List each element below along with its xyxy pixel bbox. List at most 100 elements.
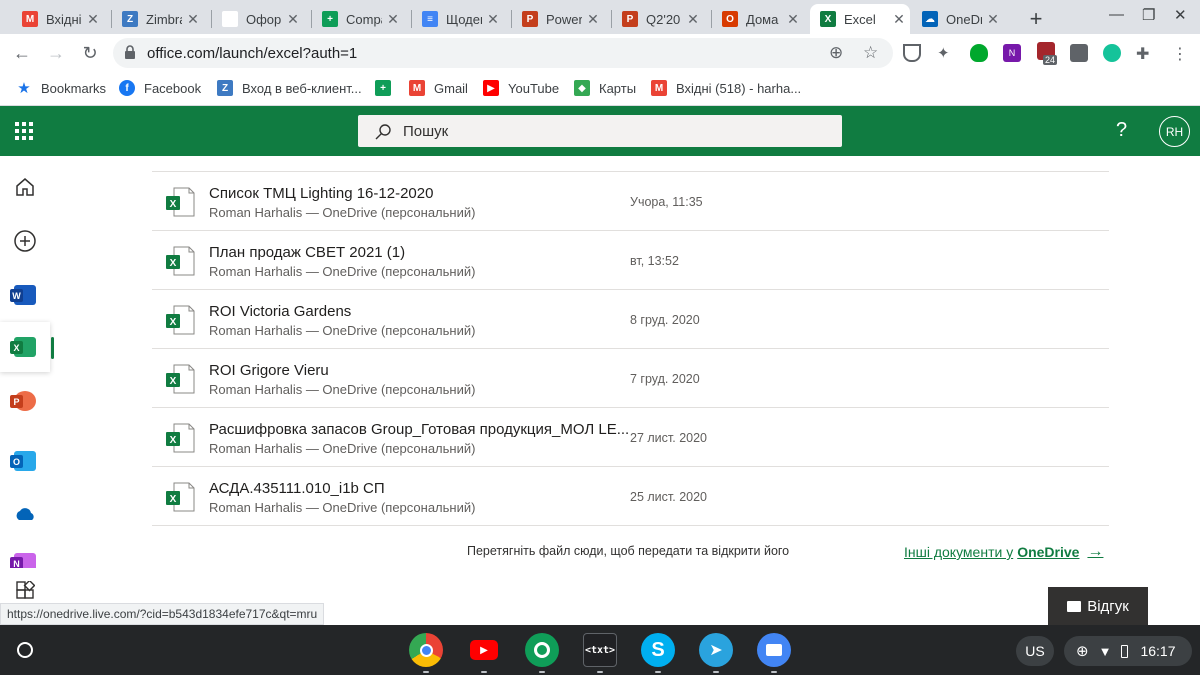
more-docs-prefix: Інші документи у [904, 544, 1014, 560]
running-indicator [423, 671, 429, 673]
onenote-app-icon[interactable]: N [0, 544, 50, 568]
browser-tab[interactable]: Z Zimbra✕ [112, 4, 204, 34]
file-name: АСДА.435111.010_i1b СП [209, 480, 385, 497]
excel-file-icon: X [166, 246, 195, 276]
file-date: вт, 13:52 [630, 254, 679, 268]
bookmark-item[interactable]: ★ Bookmarks [16, 80, 106, 97]
close-tab-icon[interactable]: ✕ [82, 11, 104, 28]
close-window-icon[interactable]: ✕ [1174, 6, 1187, 24]
bookmark-item[interactable]: + [375, 80, 400, 96]
grammarly-icon[interactable] [1103, 44, 1121, 62]
google-docs-icon: ≡ [422, 11, 438, 27]
url-text: office.com/launch/excel?auth=1 [147, 45, 358, 62]
close-tab-icon[interactable]: ✕ [582, 11, 604, 28]
keyboard-layout[interactable]: US [1016, 636, 1054, 666]
avatar[interactable]: RH [1159, 116, 1190, 147]
evernote-icon[interactable] [970, 44, 988, 62]
powerpoint-icon: P [622, 11, 638, 27]
gmail-icon: M [22, 11, 38, 27]
onedrive-app-icon[interactable] [0, 489, 50, 539]
youtube-icon[interactable]: ▶ [467, 633, 501, 667]
running-indicator [713, 671, 719, 673]
close-tab-icon[interactable]: ✕ [182, 11, 204, 28]
close-tab-icon[interactable]: ✕ [782, 11, 804, 28]
skype-icon[interactable]: S [641, 633, 675, 667]
back-icon[interactable]: ← [10, 41, 34, 65]
svg-text:X: X [170, 435, 177, 446]
file-row[interactable]: X Список ТМЦ Lighting 16-12-2020 Roman Har… [152, 172, 1109, 231]
pocket-icon[interactable] [903, 44, 921, 62]
new-tab-button[interactable]: + [1024, 6, 1048, 32]
tab-title: Compa [346, 11, 382, 27]
hangouts-icon[interactable] [525, 633, 559, 667]
outlook-app-icon[interactable]: O [0, 436, 50, 486]
feedback-button[interactable]: Відгук [1048, 587, 1148, 625]
system-tray[interactable]: ⊕ ▼ 16:17 [1064, 636, 1192, 666]
close-tab-icon[interactable]: ✕ [682, 11, 704, 28]
close-tab-icon[interactable]: ✕ [482, 11, 504, 28]
excel-file-icon: X [166, 364, 195, 394]
telegram-icon[interactable]: ➤ [699, 633, 733, 667]
file-location: Roman Harhalis — OneDrive (персональний) [209, 205, 476, 220]
tab-title: Оформ [246, 11, 282, 27]
browser-tab[interactable]: M Вхідні ✕ [12, 4, 104, 34]
close-tab-icon[interactable]: ✕ [382, 11, 404, 28]
file-row[interactable]: X План продаж СВЕТ 2021 (1) Roman Harhalis… [152, 231, 1109, 290]
browser-tab[interactable]: ☁ OneDr ✕ [912, 4, 1004, 34]
bookmark-item[interactable]: f Facebook [119, 80, 201, 96]
create-new-icon[interactable] [0, 216, 50, 266]
bookmark-label: Карты [599, 80, 637, 96]
text-editor-icon[interactable]: <txt> [583, 633, 617, 667]
browser-tab[interactable]: P Q2'20 ✕ [612, 4, 704, 34]
bookmark-item[interactable]: ▶ YouTube [483, 80, 559, 96]
menu-dots-icon[interactable]: ⋮ [1172, 44, 1190, 63]
close-tab-icon[interactable]: ✕ [888, 11, 910, 28]
bookmark-item[interactable]: M Вхідні (518) - harha... [651, 80, 801, 96]
google-sheets-icon: + [375, 80, 391, 96]
powerpoint-app-icon[interactable]: P [0, 376, 50, 426]
profile-extension-icon[interactable] [1070, 44, 1088, 62]
file-row[interactable]: X АСДА.435111.010_i1b СП Roman Harhalis — … [152, 467, 1109, 526]
home-icon[interactable] [0, 162, 50, 212]
bookmark-star-icon[interactable]: ☆ [863, 43, 878, 63]
bookmark-item[interactable]: Z Вход в веб-клиент... [217, 80, 362, 96]
minimize-icon[interactable]: — [1109, 6, 1124, 23]
dropbox-icon[interactable]: ✦ [937, 44, 955, 62]
word-app-icon[interactable]: W [0, 270, 50, 320]
browser-tab[interactable]: O Дома ✕ [712, 4, 804, 34]
reload-icon[interactable]: ↻ [78, 41, 102, 65]
browser-tab[interactable]: Оформ✕ [212, 4, 304, 34]
close-tab-icon[interactable]: ✕ [282, 11, 304, 28]
bookmark-item[interactable]: M Gmail [409, 80, 468, 96]
running-indicator [655, 671, 661, 673]
puzzle-icon[interactable]: ✚ [1136, 44, 1154, 63]
excel-file-icon: X [166, 187, 195, 217]
file-row[interactable]: X ROI Grigore Vieru Roman Harhalis — OneDr… [152, 349, 1109, 408]
status-bar-url: https://onedrive.live.com/?cid=b543d1834… [0, 603, 325, 625]
add-page-icon[interactable]: ⊕ [829, 43, 843, 63]
file-row[interactable]: X Расшифровка запасов Group_Готовая проду… [152, 408, 1109, 467]
forward-icon[interactable]: → [44, 41, 68, 65]
app-launcher-icon[interactable] [15, 122, 33, 140]
restore-icon[interactable]: ❐ [1142, 6, 1155, 24]
chrome-icon[interactable] [409, 633, 443, 667]
battery-icon [1121, 644, 1129, 658]
excel-app-icon[interactable]: X [0, 322, 54, 372]
files-icon[interactable] [757, 633, 791, 667]
browser-tab[interactable]: ≡ Щоден✕ [412, 4, 504, 34]
more-docs-link[interactable]: Інші документи у OneDrive → [904, 543, 1103, 561]
blank-page-icon [222, 11, 238, 27]
close-tab-icon[interactable]: ✕ [982, 11, 1004, 28]
browser-tab[interactable]: P Power ✕ [512, 4, 604, 34]
search-input[interactable]: Пошук [358, 115, 842, 147]
tab-title: Щоден [446, 11, 482, 27]
browser-tab[interactable]: X Excel ✕ [810, 4, 910, 34]
help-icon[interactable]: ? [1116, 119, 1127, 142]
address-bar[interactable]: office.com/launch/excel?auth=1 ⊕ ☆ [113, 38, 893, 68]
browser-tab[interactable]: + Compa✕ [312, 4, 404, 34]
launcher-icon[interactable] [17, 642, 33, 658]
onenote-icon[interactable]: N [1003, 44, 1021, 62]
file-row[interactable]: X ROI Victoria Gardens Roman Harhalis — On… [152, 290, 1109, 349]
bookmark-item[interactable]: ◆ Карты [574, 80, 636, 96]
all-apps-icon[interactable] [0, 576, 50, 606]
